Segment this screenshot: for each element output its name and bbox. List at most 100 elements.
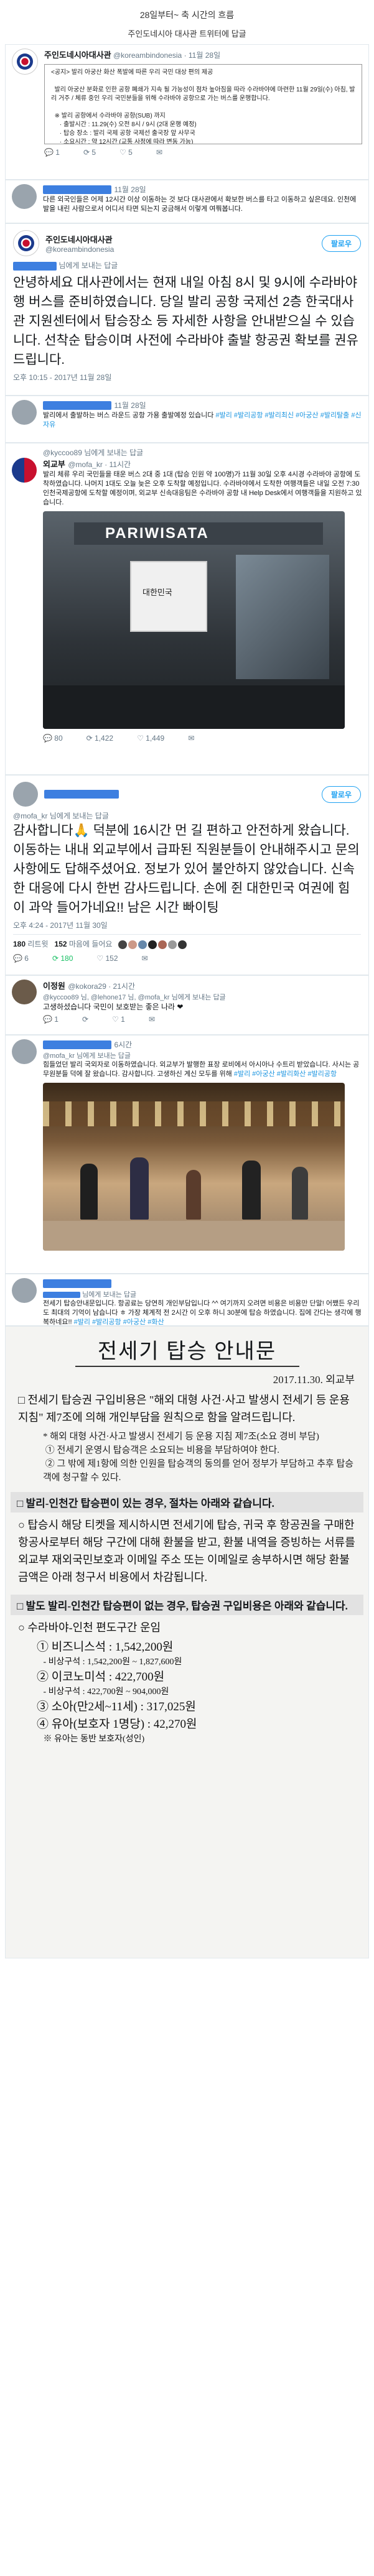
reply-button[interactable]: 💬 6 xyxy=(13,954,29,963)
document-paragraph-1: □ 전세기 탑승권 구입비용은 "해외 대형 사건·사고 발생시 전세기 등 운… xyxy=(18,1394,350,1424)
reply-count: 6 xyxy=(24,954,29,963)
fare-item: - 비상구석 : 1,542,200원 ~ 1,827,600원 xyxy=(37,1657,182,1667)
fare-item: ④ 유아(보호자 1명당) : 42,270원 xyxy=(37,1718,197,1731)
fare-item: ③ 소아(만2세~11세) : 317,025원 xyxy=(37,1700,196,1713)
reply4-reply-context: 님에게 보내는 답글 xyxy=(43,1289,362,1299)
leejh-reply-to: @kyccoo89 님, @lehone17 님, @mofa_kr 님에게 보… xyxy=(43,994,226,1001)
ceiling-lights xyxy=(43,1101,345,1126)
document-paragraph-3: ○ 수라바야-인천 편도구간 운임 xyxy=(18,1621,161,1634)
like-count: 1,449 xyxy=(146,734,165,743)
user-avatar[interactable] xyxy=(12,1278,37,1303)
reply-tweet-2: 11월 28일 발리에서 출발하는 버스 라운드 공항 가용 출발예정 있습니다… xyxy=(5,396,369,443)
engagement-stats: 180 리트윗 152 마음에 들어요 xyxy=(13,934,361,949)
terminal-floor xyxy=(43,1221,345,1251)
redacted-username xyxy=(44,789,119,799)
reply-to-label: 님에게 보내는 답글 xyxy=(82,1291,137,1299)
mofa-retweet-context: @kyccoo89 님에게 보내는 답글 xyxy=(43,448,144,457)
reply-tweet-4: 님에게 보내는 답글 전세기 탑승안내문입니다. 항공료는 당연히 개인부담입니… xyxy=(5,1274,369,1326)
thanks-actions: 💬 6 ⟳ 180 ♡ 152 ✉ xyxy=(13,954,361,963)
retweet-count: 1,422 xyxy=(95,734,114,743)
retweet-button[interactable]: ⟳ 1,422 xyxy=(86,734,113,743)
mofa-author[interactable]: 외교부 xyxy=(43,460,65,469)
mofa-tweet: @kyccoo89 님에게 보내는 답글 외교부 @mofa_kr · 11시간… xyxy=(5,443,369,775)
fare-item: ② 이코노미석 : 422,700원 xyxy=(37,1670,165,1684)
embassy-avatar[interactable] xyxy=(13,230,39,256)
windshield-sign-text: 대한민국 xyxy=(143,588,172,597)
reply-to-label: 님에게 보내는 답글 xyxy=(49,812,109,820)
user-avatar[interactable] xyxy=(13,782,38,807)
notice-author[interactable]: 주인도네시아대사관 xyxy=(44,50,111,60)
page: 28일부터~ 축 시간의 흐름 주인도네시아 대사관 트위터에 답글 주인도네시… xyxy=(0,0,374,1958)
reply-button[interactable]: 💬 1 xyxy=(43,1015,58,1024)
liker-avatars[interactable] xyxy=(118,940,187,949)
reply2-date: 11월 28일 xyxy=(114,401,146,410)
traveler-figure xyxy=(130,1157,149,1220)
reply1-text: 다른 외국인들은 어제 12시간 이상 이동하는 것 보다 대사관에서 확보한 … xyxy=(43,196,357,213)
retweet-button[interactable]: ⟳ xyxy=(82,1015,88,1024)
reply-button[interactable]: 💬 80 xyxy=(43,734,63,743)
user-avatar[interactable] xyxy=(12,1039,37,1064)
like-total: 152 xyxy=(54,940,67,948)
embassy-author[interactable]: 주인도네시아대사관 xyxy=(45,233,316,245)
bus-photo[interactable]: PARIWISATA 대한민국 xyxy=(43,511,345,729)
thanks-time: 오후 4:24 - 2017년 11월 30일 xyxy=(13,921,108,930)
embassy-reply-tweet: 주인도네시아대사관 @koreambindonesia 팔로우 님에게 보내는 … xyxy=(5,223,369,396)
leejh-text: 고생하셨습니다 국민이 보호받는 좋은 나라 ❤ xyxy=(43,1003,184,1011)
fare-item: ① 비즈니스석 : 1,542,200원 xyxy=(37,1641,174,1654)
reply3-hashtags[interactable]: #발리 #아궁산 #발리화산 #발리공항 xyxy=(234,1070,337,1078)
mail-icon[interactable]: ✉ xyxy=(188,734,194,743)
like-button[interactable]: ♡ 152 xyxy=(96,954,118,963)
like-button[interactable]: ♡ 5 xyxy=(119,148,133,157)
reply4-body: 전세기 탑승안내문입니다. 항공료는 당연히 개인부담입니다 ^^ 여기까지 오… xyxy=(43,1299,362,1327)
reply4-hashtags[interactable]: #발리 #발리공항 #아궁산 #화산 xyxy=(74,1318,164,1326)
like-button[interactable]: ♡ 1,449 xyxy=(137,734,164,743)
reply-tweet-leejh: 이정원 @kokora29 · 21시간 @kyccoo89 님, @lehon… xyxy=(5,975,369,1035)
bus-window-reflection xyxy=(236,555,329,679)
user-avatar[interactable] xyxy=(12,184,37,209)
reply2-text: 발리에서 출발하는 버스 라운드 공항 가용 출발예정 있습니다 xyxy=(43,412,216,419)
notice-tweet: 주인도네시아대사관 @koreambindonesia · 11월 28일 <공… xyxy=(5,44,369,180)
follow-button[interactable]: 팔로우 xyxy=(321,785,361,803)
notice-image-text: <공지> 발리 아궁산 화산 폭발에 따른 우리 국민 대상 편의 제공 발리 … xyxy=(44,64,362,144)
like-count: 5 xyxy=(128,148,133,157)
reply3-body: 힘들었던 발리 국외자로 이동하였습니다. 외교부가 발행한 표장 로비에서 아… xyxy=(43,1060,362,1079)
reply-button[interactable]: 💬 1 xyxy=(44,148,60,157)
fare-list: ① 비즈니스석 : 1,542,200원 - 비상구석 : 1,542,200원… xyxy=(6,1636,368,1746)
embassy-handle: @koreambindonesia xyxy=(45,244,115,254)
mofa-text: 발리 체류 우리 국민들을 태운 버스 2대 중 1대 (탑승 인원 약 100… xyxy=(43,471,362,506)
user-avatar[interactable] xyxy=(12,980,37,1004)
thanks-text: 감사합니다🙏 덕분에 16시간 먼 길 편하고 안전하게 왔습니다. 이동하는 … xyxy=(13,823,360,915)
mail-icon[interactable]: ✉ xyxy=(142,954,148,963)
document-date: 2017.11.30. 외교부 xyxy=(273,1374,355,1386)
airport-photo[interactable] xyxy=(43,1083,345,1251)
redacted-username xyxy=(13,261,57,271)
document-section-1: □ 발리-인천간 탑승편이 있는 경우, 절차는 아래와 같습니다. xyxy=(11,1492,363,1513)
retweet-button[interactable]: ⟳ 5 xyxy=(83,148,96,157)
mail-icon[interactable]: ✉ xyxy=(156,148,162,157)
document-paragraph-2: ○ 탑승시 해당 티켓을 제시하시면 전세기에 탑승, 귀국 후 항공권을 구매… xyxy=(18,1519,355,1583)
traveler-figure xyxy=(80,1164,98,1220)
document-section-2: □ 발도 발리-인천간 탑승편이 없는 경우, 탑승권 구입비용은 아래와 같습… xyxy=(11,1595,363,1615)
bus-dashboard xyxy=(43,685,345,729)
mofa-avatar[interactable] xyxy=(12,458,37,483)
bus-sign-text: PARIWISATA xyxy=(105,525,209,542)
document-subclause: * 해외 대형 사건·사고 발생시 전세기 등 운용 지침 제7조(소요 경비 … xyxy=(43,1432,354,1483)
redacted-username xyxy=(43,1279,111,1288)
notice-actions: 💬 1 ⟳ 5 ♡ 5 ✉ xyxy=(44,148,362,157)
like-button[interactable]: ♡ 1 xyxy=(112,1015,125,1024)
mail-icon[interactable]: ✉ xyxy=(149,1015,155,1024)
retweet-button[interactable]: ⟳ 180 xyxy=(52,954,73,963)
redacted-username xyxy=(43,1292,80,1299)
embassy-avatar[interactable] xyxy=(12,49,38,75)
like-total-label: 마음에 들어요 xyxy=(68,940,113,948)
title-underline xyxy=(75,1366,299,1367)
reply-count: 1 xyxy=(54,1015,58,1024)
traveler-figure xyxy=(242,1161,261,1220)
reply3-reply-to: @mofa_kr 님에게 보내는 답글 xyxy=(43,1052,131,1060)
follow-button[interactable]: 팔로우 xyxy=(321,234,361,252)
user-avatar[interactable] xyxy=(12,400,37,425)
leejh-author[interactable]: 이정원 xyxy=(43,981,65,991)
charter-notice-document[interactable]: 전세기 탑승 안내문 2017.11.30. 외교부 □ 전세기 탑승권 구입비… xyxy=(5,1326,369,1958)
reply-to-label: 님에게 보내는 답글 xyxy=(58,261,118,270)
retweet-count: 5 xyxy=(91,148,96,157)
